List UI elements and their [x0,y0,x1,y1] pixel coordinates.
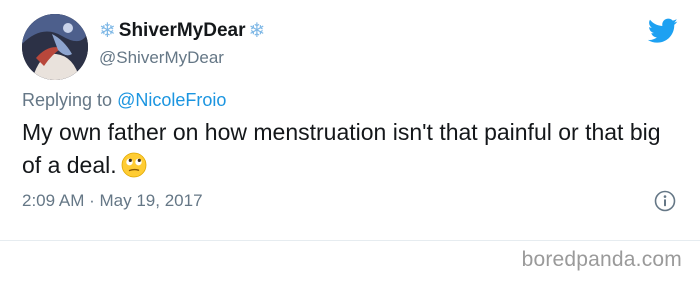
timestamp-separator: · [89,191,95,210]
avatar-image [22,14,88,80]
tweet-card: ❄ ShiverMyDear ❄ @ShiverMyDear Replying … [0,0,700,240]
tweet-text: My own father on how menstruation isn't … [22,116,672,182]
tweet-time[interactable]: 2:09 AM [22,191,84,210]
watermark-credit: boredpanda.com [521,248,682,271]
replying-to-mention-link[interactable]: @NicoleFroio [117,90,226,110]
divider [0,240,700,241]
avatar[interactable] [22,14,88,80]
user-handle[interactable]: @ShiverMyDear [99,48,224,68]
display-name[interactable]: ShiverMyDear [119,20,246,42]
snowflake-icon: ❄ [99,20,116,42]
replying-prefix: Replying to [22,90,113,110]
tweet-timestamp[interactable]: 2:09 AM · May 19, 2017 [22,191,203,211]
info-icon[interactable] [654,190,676,212]
twitter-bird-icon[interactable] [648,18,678,44]
face-with-rolling-eyes-icon [121,152,147,178]
replying-to: Replying to @NicoleFroio [22,90,226,111]
tweet-body: My own father on how menstruation isn't … [22,119,661,178]
tweet-date[interactable]: May 19, 2017 [100,191,203,210]
display-name-row[interactable]: ❄ ShiverMyDear ❄ [99,20,265,42]
snowflake-icon: ❄ [248,20,266,42]
